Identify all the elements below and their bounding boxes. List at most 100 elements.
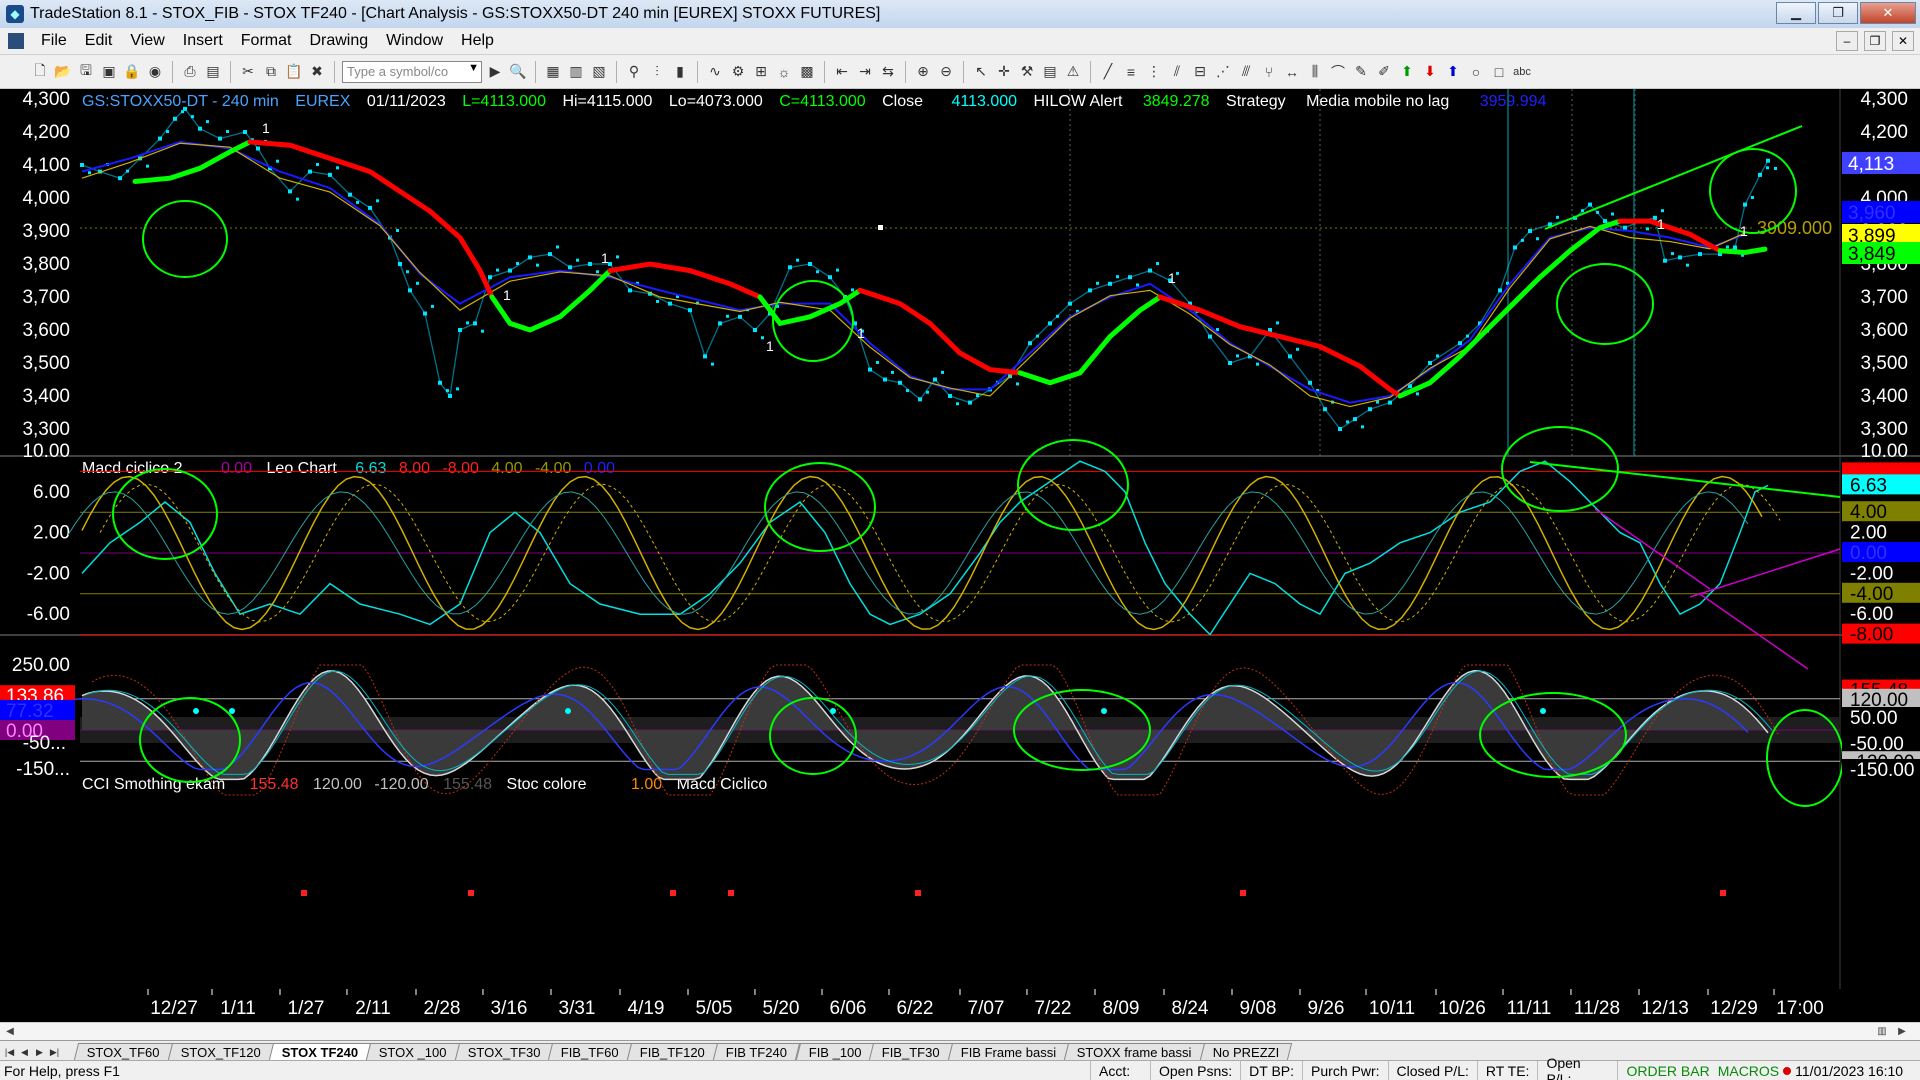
zoom-in-icon[interactable]: ⊕ (913, 62, 933, 82)
lookup-icon[interactable]: 🔍 (508, 62, 528, 82)
horizontal-line-icon[interactable]: ≡ (1121, 62, 1141, 82)
tab-stox-tf120[interactable]: STOX_TF120 (167, 1043, 274, 1060)
cut-icon[interactable]: ✂ (238, 62, 258, 82)
menu-format[interactable]: Format (232, 32, 301, 50)
rectangle-icon[interactable]: □ (1489, 62, 1509, 82)
x-axis-label: 2/11 (355, 998, 391, 1019)
pen-icon[interactable]: ✐ (1374, 62, 1394, 82)
ellipse-icon[interactable]: ○ (1466, 62, 1486, 82)
chart-window-icon[interactable] (8, 33, 24, 49)
tab-fib-tf60[interactable]: FIB_TF60 (548, 1043, 633, 1060)
zoom-out-icon[interactable]: ⊖ (936, 62, 956, 82)
print-preview-icon[interactable]: ▤ (203, 62, 223, 82)
pointer-icon[interactable]: ↖ (971, 62, 991, 82)
andrews-pitchfork-icon[interactable]: ⑂ (1259, 62, 1279, 82)
showme-icon[interactable]: ☼ (774, 62, 794, 82)
macros-button[interactable]: MACROS (1718, 1063, 1779, 1079)
tab-stox-tf30[interactable]: STOX_TF30 (454, 1043, 554, 1060)
arrow-up-icon[interactable]: ⬆ (1397, 62, 1417, 82)
chart-horizontal-scrollbar[interactable]: ◀ ▥ ▶ (0, 1022, 1920, 1040)
symbol-input[interactable]: Type a symbol/co ▼ (342, 60, 482, 83)
interval-icon[interactable]: ⚲ (624, 62, 644, 82)
tab-stoxx-frame-bassi[interactable]: STOXX frame bassi (1064, 1043, 1206, 1060)
tab-fib-tf120[interactable]: FIB_TF120 (627, 1043, 719, 1060)
regression-icon[interactable]: ⫻ (1236, 62, 1256, 82)
paintbar-icon[interactable]: ▩ (797, 62, 817, 82)
arrow-up-blue-icon[interactable]: ⬆ (1443, 62, 1463, 82)
channel-icon[interactable]: ⫽ (1167, 62, 1187, 82)
price-bar-dot (1556, 215, 1559, 219)
mdi-restore-button[interactable]: ❐ (1864, 31, 1886, 51)
open-icon[interactable]: 📂 (53, 62, 73, 82)
tab-fib-tf30[interactable]: FIB_TF30 (869, 1043, 954, 1060)
trendline-icon[interactable]: ╱ (1098, 62, 1118, 82)
arc-icon[interactable]: ⌒ (1328, 62, 1348, 82)
tab-fib-frame-bassi[interactable]: FIB Frame bassi (947, 1043, 1070, 1060)
crosshair-icon[interactable]: ✛ (994, 62, 1014, 82)
hammer-icon[interactable]: ⚒ (1017, 62, 1037, 82)
save-all-icon[interactable]: ▣ (99, 62, 119, 82)
scroll-left-arrow-icon[interactable]: ◀ (2, 1024, 18, 1039)
chart-canvas[interactable]: GS:STOXX50-DT - 240 min EUREX 01/11/2023… (0, 89, 1920, 1024)
tab-next-icon[interactable]: ▶ (32, 1044, 47, 1060)
radar-screen-icon[interactable]: ▥ (566, 62, 586, 82)
candlestick-icon[interactable]: ▮ (670, 62, 690, 82)
save-icon[interactable]: 🖫 (76, 62, 96, 82)
tab-stox-tf240[interactable]: STOX TF240 (268, 1043, 372, 1060)
menu-file[interactable]: File (32, 32, 76, 50)
delete-icon[interactable]: ✖ (307, 62, 327, 82)
mdi-minimize-button[interactable]: – (1836, 31, 1858, 51)
data-window-icon[interactable]: ▤ (1040, 62, 1060, 82)
copy-icon[interactable]: ⧉ (261, 62, 281, 82)
indicator-icon[interactable]: ∿ (705, 62, 725, 82)
chart-window-new-icon[interactable]: ▦ (543, 62, 563, 82)
tab-fib-100[interactable]: FIB _100 (795, 1043, 875, 1060)
scroll-right-icon[interactable]: ⇥ (855, 62, 875, 82)
menu-window[interactable]: Window (377, 32, 452, 50)
fast-scroll-icon[interactable]: ⇆ (878, 62, 898, 82)
lock-icon[interactable]: 🔒 (122, 62, 142, 82)
scroll-right-arrow-icon[interactable]: ▶ (1894, 1024, 1910, 1039)
gann-fan-icon[interactable]: ⋰ (1213, 62, 1233, 82)
menu-view[interactable]: View (121, 32, 173, 50)
close-button[interactable]: ✕ (1860, 2, 1916, 24)
globe-icon[interactable]: ◉ (145, 62, 165, 82)
scroll-thumb[interactable]: ▥ (1874, 1024, 1890, 1039)
minimize-button[interactable]: ▁ (1776, 2, 1816, 24)
matrix-icon[interactable]: ▧ (589, 62, 609, 82)
go-arrow-icon[interactable]: ▶ (485, 62, 505, 82)
scanner-icon[interactable]: ⊞ (751, 62, 771, 82)
freehand-icon[interactable]: ✎ (1351, 62, 1371, 82)
menu-help[interactable]: Help (452, 32, 503, 50)
print-icon[interactable]: ⎙ (180, 62, 200, 82)
menu-insert[interactable]: Insert (174, 32, 232, 50)
price-bar-dot (1338, 427, 1342, 431)
menu-edit[interactable]: Edit (76, 32, 122, 50)
tab-last-icon[interactable]: ▶| (47, 1044, 62, 1060)
tab-fib-tf240[interactable]: FIB TF240 (713, 1043, 801, 1060)
chart-analysis-window[interactable]: GS:STOXX50-DT - 240 min EUREX 01/11/2023… (0, 89, 1920, 1024)
order-bar-button[interactable]: ORDER BAR (1617, 1061, 1717, 1080)
bar-style-icon[interactable]: ⫶ (647, 62, 667, 82)
text-icon[interactable]: abc (1512, 62, 1532, 82)
tab-no-prezzi[interactable]: No PREZZI (1199, 1043, 1293, 1060)
speed-lines-icon[interactable]: ⫼ (1305, 62, 1325, 82)
vertical-line-icon[interactable]: ⋮ (1144, 62, 1164, 82)
arrow-both-icon[interactable]: ↔ (1282, 62, 1302, 82)
tab-stox-100[interactable]: STOX _100 (365, 1043, 460, 1060)
new-icon[interactable]: 🗋 (30, 62, 50, 82)
scroll-left-icon[interactable]: ⇤ (832, 62, 852, 82)
price-bar-dot (1228, 361, 1232, 365)
mdi-close-button[interactable]: ✕ (1892, 31, 1914, 51)
chevron-down-icon[interactable]: ▼ (468, 62, 479, 74)
arrow-down-icon[interactable]: ⬇ (1420, 62, 1440, 82)
restore-button[interactable]: ❐ (1818, 2, 1858, 24)
strategy-icon[interactable]: ⚙ (728, 62, 748, 82)
tab-first-icon[interactable]: |◀ (2, 1044, 17, 1060)
tab-prev-icon[interactable]: ◀ (17, 1044, 32, 1060)
paste-icon[interactable]: 📋 (284, 62, 304, 82)
alert-icon[interactable]: ⚠ (1063, 62, 1083, 82)
fibonacci-icon[interactable]: ⊟ (1190, 62, 1210, 82)
tab-stox-tf60[interactable]: STOX_TF60 (73, 1043, 173, 1060)
menu-drawing[interactable]: Drawing (300, 32, 377, 50)
